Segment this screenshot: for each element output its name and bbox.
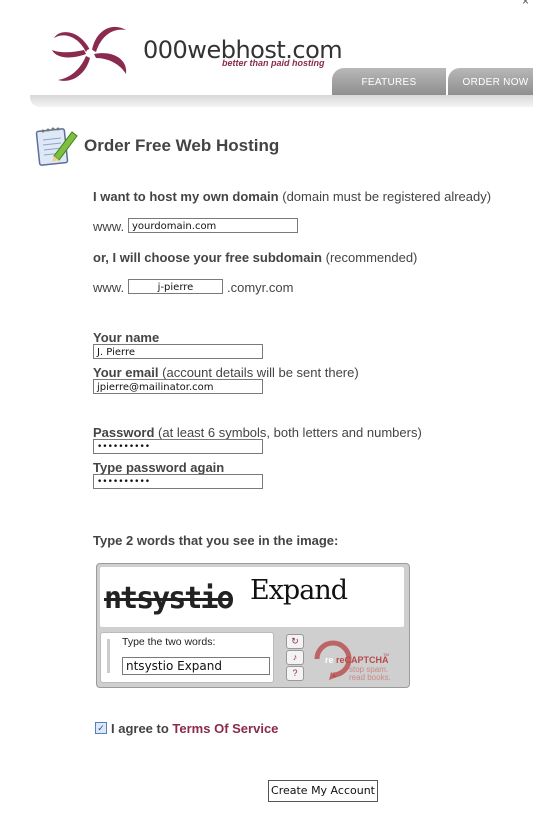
- audio-icon[interactable]: ♪: [286, 650, 304, 665]
- recaptcha-slogan-2: read books.: [349, 673, 391, 682]
- refresh-icon[interactable]: ↻: [286, 634, 304, 649]
- password-input[interactable]: ••••••••••: [93, 439, 263, 454]
- email-input[interactable]: jpierre@mailinator.com: [93, 379, 263, 394]
- subdomain-input[interactable]: j-pierre: [128, 279, 223, 294]
- captcha-arrow: [107, 639, 110, 673]
- terms-label: I agree to Terms Of Service: [111, 721, 279, 736]
- create-account-button[interactable]: Create My Account: [268, 780, 378, 802]
- password-label: Password (at least 6 symbols, both lette…: [93, 425, 422, 440]
- captcha-word-2: Expand: [250, 575, 348, 606]
- subdomain-suffix: .comyr.com: [227, 280, 294, 295]
- notepad-pencil-icon: [35, 127, 78, 166]
- own-domain-input[interactable]: yourdomain.com: [128, 218, 298, 233]
- tab-features[interactable]: FEATURES: [332, 68, 446, 98]
- recaptcha-text: reCAPTCHA: [336, 655, 389, 665]
- captcha-input[interactable]: ntsystio Expand: [122, 657, 270, 675]
- email-label: Your email (account details will be sent…: [93, 365, 359, 380]
- help-icon[interactable]: ?: [286, 666, 304, 681]
- page-title: Order Free Web Hosting: [84, 136, 280, 155]
- header-divider: [30, 95, 533, 107]
- subdomain-label: or, I will choose your free subdomain (r…: [93, 250, 418, 265]
- close-icon[interactable]: ×: [522, 0, 529, 8]
- svg-text:TM: TM: [383, 652, 389, 657]
- recaptcha-logo: re reCAPTCHA TM stop spam. read books.: [314, 640, 391, 682]
- password-again-label: Type password again: [93, 460, 225, 475]
- captcha-input-panel: Type the two words: ntsystio Expand: [100, 632, 274, 683]
- captcha-word-1: ntsystio: [104, 581, 234, 616]
- logo-tagline: better than paid hosting: [222, 58, 325, 68]
- own-domain-label: I want to host my own domain (domain mus…: [93, 189, 492, 204]
- www-prefix: www.: [93, 219, 125, 234]
- www-prefix-sub: www.: [93, 280, 125, 295]
- captcha-prompt: Type the two words:: [122, 636, 216, 648]
- name-label: Your name: [93, 330, 160, 345]
- logo-swirl-icon: [52, 26, 127, 81]
- tab-order-now[interactable]: ORDER NOW: [448, 68, 533, 98]
- svg-text:re: re: [325, 655, 334, 665]
- password-again-input[interactable]: ••••••••••: [93, 474, 263, 489]
- agree-checkbox[interactable]: ✓: [95, 722, 107, 734]
- captcha-image: ntsystio Expand: [100, 567, 404, 627]
- terms-link[interactable]: Terms Of Service: [172, 721, 278, 736]
- name-input[interactable]: J. Pierre: [93, 344, 263, 359]
- captcha-label: Type 2 words that you see in the image:: [93, 533, 339, 548]
